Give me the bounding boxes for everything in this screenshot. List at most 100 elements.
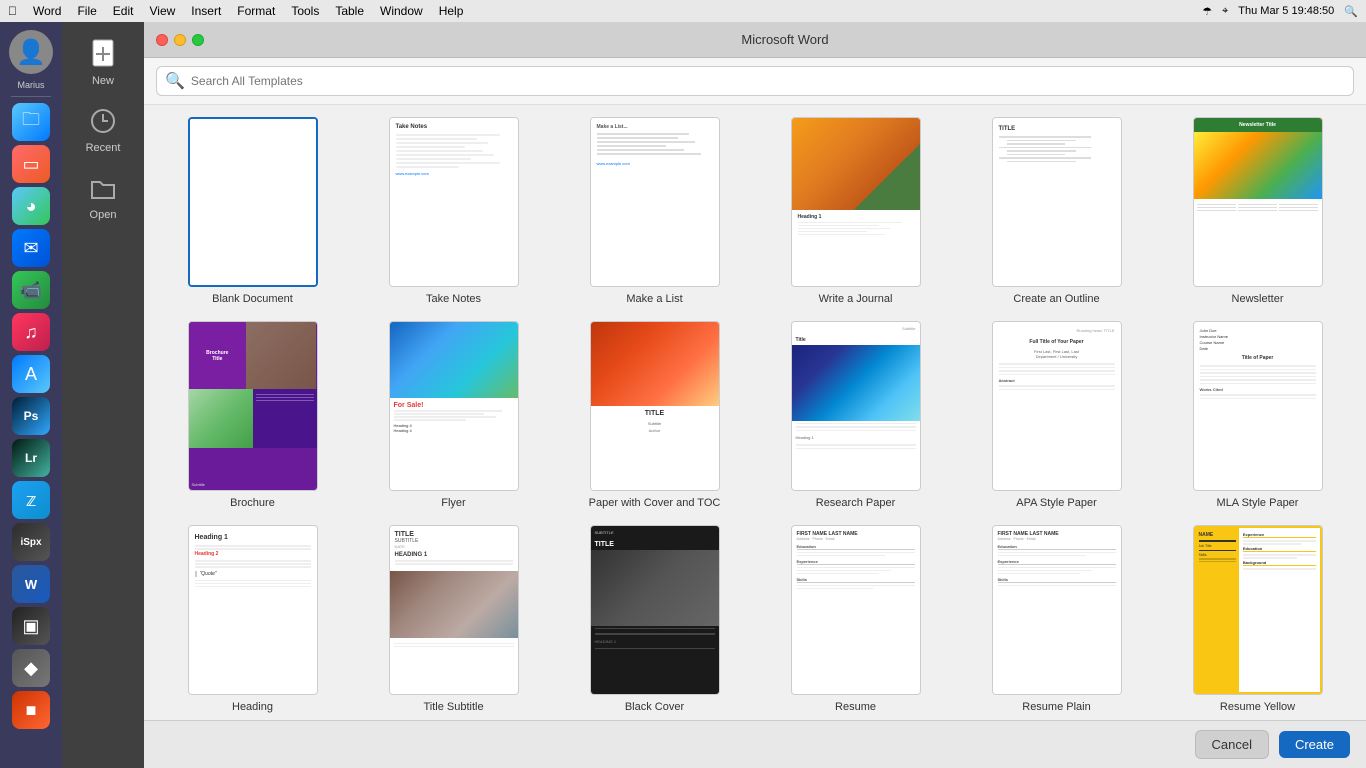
minimize-button[interactable] — [174, 34, 186, 46]
panel-recent[interactable]: Recent — [68, 97, 138, 160]
unity-icon[interactable]: ▣ — [12, 607, 50, 645]
template-brochure[interactable]: Brochure Title — [160, 321, 345, 509]
traffic-lights — [156, 34, 204, 46]
safari-icon[interactable]: ◕ — [12, 187, 50, 225]
menubar:  Word File Edit View Insert Format Tool… — [0, 0, 1366, 22]
template-label-resume: Resume — [835, 701, 876, 713]
template-title-sub[interactable]: TITLE SUBTITLE DATE HEADING 1 — [361, 525, 546, 713]
template-apa[interactable]: Running head: TITLE Full Title of Your P… — [964, 321, 1149, 509]
template-label-apa: APA Style Paper — [1016, 497, 1097, 509]
template-flyer[interactable]: For Sale! Heading 4 Heading 4 Flyer — [361, 321, 546, 509]
paper-cov-thumb: TITLE Subtitle Author — [591, 322, 719, 490]
music-icon[interactable]: ♫ — [12, 313, 50, 351]
resume-thumb: FIRST NAME LAST NAME Address · Phone · E… — [792, 526, 920, 694]
journal-thumb: Heading 1 — [792, 118, 920, 286]
research-thumb: Subtitle Title Heading 1 — [792, 322, 920, 490]
bottom-bar: Cancel Create — [144, 720, 1366, 768]
menu-edit[interactable]: Edit — [113, 4, 134, 18]
template-mla[interactable]: John Doe Instructor Name Course Name Dat… — [1165, 321, 1350, 509]
menu-window[interactable]: Window — [380, 4, 423, 18]
template-label-newsletter: Newsletter — [1232, 293, 1284, 305]
new-label: New — [92, 75, 114, 87]
open-label: Open — [90, 209, 117, 221]
template-resume-plain[interactable]: FIRST NAME LAST NAME Address · Phone · E… — [964, 525, 1149, 713]
template-thumb-brochure: Brochure Title — [188, 321, 318, 491]
template-journal[interactable]: Heading 1 Write a Journal — [763, 117, 948, 305]
new-icon — [85, 36, 121, 72]
template-label-black-cover: Black Cover — [625, 701, 684, 713]
panel-new[interactable]: New — [68, 30, 138, 93]
template-thumb-make-list: Make a List... www.example.com — [590, 117, 720, 287]
template-heading[interactable]: Heading 1 Heading 2 "Quote" — [160, 525, 345, 713]
lightroom-icon[interactable]: Lr — [12, 439, 50, 477]
outline-thumb: TITLE — [993, 118, 1121, 286]
template-label-flyer: Flyer — [441, 497, 465, 509]
templates-grid: Blank Document Take Notes — [160, 117, 1350, 713]
facetime-icon[interactable]: 📹 — [12, 271, 50, 309]
menu-word[interactable]: Word — [33, 4, 61, 18]
template-black-cover[interactable]: SUBTITLE TITLE HEADING 1 Black Cover — [562, 525, 747, 713]
user-label: Marius — [17, 80, 44, 90]
finder-icon[interactable]: 🗀 — [12, 103, 50, 141]
template-label-blank: Blank Document — [212, 293, 293, 305]
template-resume[interactable]: FIRST NAME LAST NAME Address · Phone · E… — [763, 525, 948, 713]
maximize-button[interactable] — [192, 34, 204, 46]
template-label-resume-yellow: Resume Yellow — [1220, 701, 1295, 713]
cancel-button[interactable]: Cancel — [1195, 730, 1269, 759]
open-icon — [85, 170, 121, 206]
title-sub-thumb: TITLE SUBTITLE DATE HEADING 1 — [390, 526, 518, 694]
template-label-make-list: Make a List — [626, 293, 682, 305]
menu-view[interactable]: View — [149, 4, 175, 18]
template-newsletter[interactable]: Newsletter Title — [1165, 117, 1350, 305]
make-list-thumb: Make a List... www.example.com — [591, 118, 719, 286]
panel-open[interactable]: Open — [68, 164, 138, 227]
window-title: Microsoft Word — [216, 32, 1354, 47]
blank-thumb — [190, 119, 316, 285]
template-research[interactable]: Subtitle Title Heading 1 Research Paper — [763, 321, 948, 509]
menu-table[interactable]: Table — [335, 4, 364, 18]
twitter-icon[interactable]: 𝕫 — [12, 481, 50, 519]
template-label-heading: Heading — [232, 701, 273, 713]
misc-icon[interactable]: ◆ — [12, 649, 50, 687]
appstore-icon[interactable]: A — [12, 355, 50, 393]
template-thumb-title-sub: TITLE SUBTITLE DATE HEADING 1 — [389, 525, 519, 695]
left-panel: New Recent Open — [62, 22, 144, 768]
template-thumb-newsletter: Newsletter Title — [1193, 117, 1323, 287]
template-label-research: Research Paper — [816, 497, 896, 509]
mail-icon[interactable]: ✉ — [12, 229, 50, 267]
launchpad-icon[interactable]: ▭ — [12, 145, 50, 183]
ispx-icon[interactable]: iSpx — [12, 523, 50, 561]
template-make-list[interactable]: Make a List... www.example.com Make a Li… — [562, 117, 747, 305]
user-avatar: 👤 — [9, 30, 53, 74]
apple-menu[interactable]:  — [8, 4, 17, 18]
menu-file[interactable]: File — [77, 4, 96, 18]
main-content: Microsoft Word 🔍 Blank Document — [144, 22, 1366, 768]
search-input[interactable] — [191, 74, 1345, 88]
template-outline[interactable]: TITLE Create an Outline — [964, 117, 1149, 305]
template-thumb-apa: Running head: TITLE Full Title of Your P… — [992, 321, 1122, 491]
apa-thumb: Running head: TITLE Full Title of Your P… — [993, 322, 1121, 490]
newsletter-thumb: Newsletter Title — [1194, 118, 1322, 286]
menubar-dropbox-icon: ☂ — [1202, 5, 1212, 18]
flyer-thumb: For Sale! Heading 4 Heading 4 — [390, 322, 518, 490]
menubar-search-icon[interactable]: 🔍 — [1344, 5, 1358, 18]
photoshop-icon[interactable]: Ps — [12, 397, 50, 435]
template-take-notes[interactable]: Take Notes www.example.com — [361, 117, 546, 305]
template-blank[interactable]: Blank Document — [160, 117, 345, 305]
template-thumb-blank — [188, 117, 318, 287]
resume-yellow-thumb: NAME Job Title Skills Experience — [1194, 526, 1322, 694]
menu-help[interactable]: Help — [439, 4, 464, 18]
menu-format[interactable]: Format — [237, 4, 275, 18]
menu-tools[interactable]: Tools — [291, 4, 319, 18]
template-label-title-sub: Title Subtitle — [423, 701, 483, 713]
template-label-take-notes: Take Notes — [426, 293, 481, 305]
close-button[interactable] — [156, 34, 168, 46]
dock: 👤 Marius 🗀 ▭ ◕ ✉ 📹 ♫ A Ps Lr 𝕫 iSpx W ▣ … — [0, 22, 62, 768]
template-resume-yellow[interactable]: NAME Job Title Skills Experience — [1165, 525, 1350, 713]
misc2-icon[interactable]: ■ — [12, 691, 50, 729]
template-thumb-journal: Heading 1 — [791, 117, 921, 287]
template-paper-cov[interactable]: TITLE Subtitle Author Paper with Cover a… — [562, 321, 747, 509]
menu-insert[interactable]: Insert — [191, 4, 221, 18]
word-icon[interactable]: W — [12, 565, 50, 603]
create-button[interactable]: Create — [1279, 731, 1350, 758]
